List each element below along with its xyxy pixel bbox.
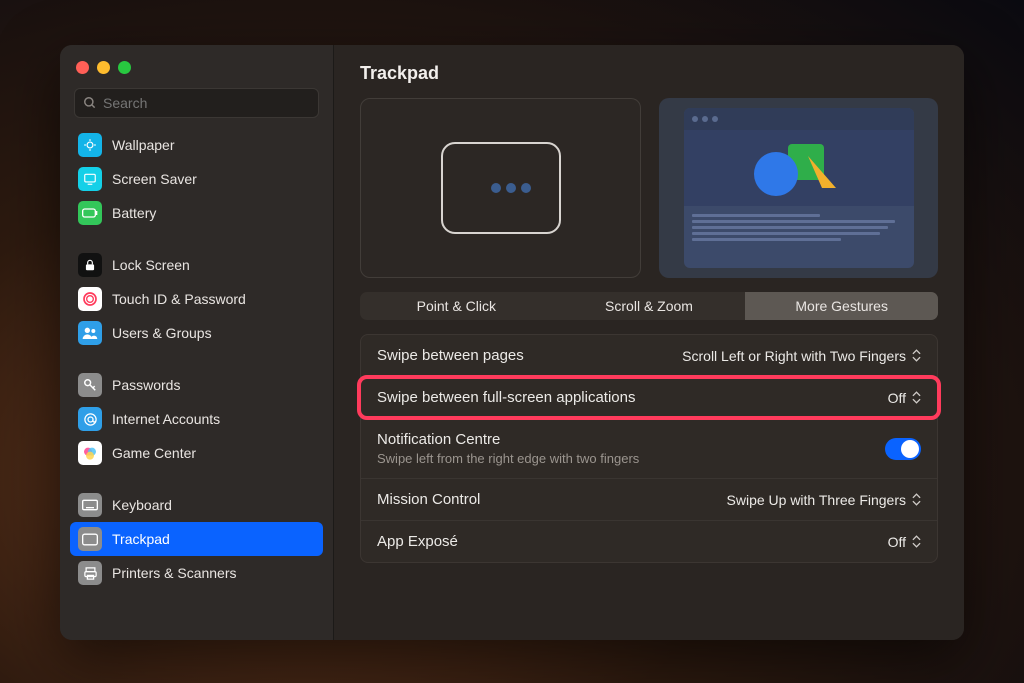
close-icon[interactable] <box>76 61 89 74</box>
row-swipe-pages: Swipe between pages Scroll Left or Right… <box>361 335 937 377</box>
tab-point-click[interactable]: Point & Click <box>360 292 553 320</box>
search-field[interactable] <box>74 88 319 118</box>
content-pane: Trackpad <box>334 45 964 640</box>
setting-sublabel: Swipe left from the right edge with two … <box>377 451 639 466</box>
sidebar-item-internet-accounts[interactable]: Internet Accounts <box>70 402 323 436</box>
chevron-updown-icon <box>912 391 921 404</box>
lock-icon <box>78 253 102 277</box>
chevron-updown-icon <box>912 349 921 362</box>
tabs: Point & ClickScroll & ZoomMore Gestures <box>360 292 938 320</box>
setting-value-select[interactable]: Swipe Up with Three Fingers <box>727 492 921 508</box>
sidebar-item-label: Battery <box>112 205 156 221</box>
users-icon <box>78 321 102 345</box>
toggle-switch[interactable] <box>885 438 921 460</box>
settings-list: Swipe between pages Scroll Left or Right… <box>360 334 938 563</box>
sidebar-item-label: Passwords <box>112 377 180 393</box>
sidebar-item-label: Touch ID & Password <box>112 291 246 307</box>
tab-more-gestures[interactable]: More Gestures <box>745 292 938 320</box>
setting-label: Swipe between full-screen applications <box>377 389 635 406</box>
trackpad-icon <box>78 527 102 551</box>
sidebar: Wallpaper Screen Saver Battery Lock Screen T… <box>60 45 334 640</box>
chevron-updown-icon <box>912 535 921 548</box>
preview-demo <box>659 98 938 278</box>
sidebar-item-screen-saver[interactable]: Screen Saver <box>70 162 323 196</box>
mini-window-icon <box>684 108 914 268</box>
sidebar-item-label: Trackpad <box>112 531 170 547</box>
keyboard-icon <box>78 493 102 517</box>
sidebar-item-label: Game Center <box>112 445 196 461</box>
screensaver-icon <box>78 167 102 191</box>
sidebar-list: Wallpaper Screen Saver Battery Lock Screen T… <box>60 128 333 640</box>
settings-window: Wallpaper Screen Saver Battery Lock Screen T… <box>60 45 964 640</box>
sidebar-item-label: Keyboard <box>112 497 172 513</box>
at-icon <box>78 407 102 431</box>
sidebar-item-trackpad[interactable]: Trackpad <box>70 522 323 556</box>
setting-value-select[interactable]: Off <box>888 390 921 406</box>
battery-icon <box>78 201 102 225</box>
preview-trackpad <box>360 98 641 278</box>
sidebar-item-label: Users & Groups <box>112 325 212 341</box>
zoom-icon[interactable] <box>118 61 131 74</box>
sidebar-item-printers-scanners[interactable]: Printers & Scanners <box>70 556 323 590</box>
search-input[interactable] <box>103 95 310 111</box>
sidebar-item-game-center[interactable]: Game Center <box>70 436 323 470</box>
row-mission-control: Mission Control Swipe Up with Three Fing… <box>361 479 937 521</box>
gamecenter-icon <box>78 441 102 465</box>
setting-label: Notification Centre <box>377 431 639 448</box>
sidebar-item-passwords[interactable]: Passwords <box>70 368 323 402</box>
sidebar-item-users-groups[interactable]: Users & Groups <box>70 316 323 350</box>
minimize-icon[interactable] <box>97 61 110 74</box>
sidebar-item-label: Lock Screen <box>112 257 190 273</box>
sidebar-item-label: Printers & Scanners <box>112 565 237 581</box>
wallpaper-icon <box>78 133 102 157</box>
key-icon <box>78 373 102 397</box>
setting-label: Mission Control <box>377 491 480 508</box>
sidebar-item-lock-screen[interactable]: Lock Screen <box>70 248 323 282</box>
setting-value-select[interactable]: Off <box>888 534 921 550</box>
sidebar-item-battery[interactable]: Battery <box>70 196 323 230</box>
setting-label: Swipe between pages <box>377 347 524 364</box>
chevron-updown-icon <box>912 493 921 506</box>
window-controls <box>60 55 333 88</box>
touchid-icon <box>78 287 102 311</box>
sidebar-item-label: Internet Accounts <box>112 411 220 427</box>
sidebar-item-touch-id-password[interactable]: Touch ID & Password <box>70 282 323 316</box>
sidebar-item-keyboard[interactable]: Keyboard <box>70 488 323 522</box>
sidebar-item-label: Screen Saver <box>112 171 197 187</box>
preview-row <box>360 98 938 278</box>
setting-label: App Exposé <box>377 533 458 550</box>
setting-value-select[interactable]: Scroll Left or Right with Two Fingers <box>682 348 921 364</box>
search-icon <box>83 96 97 110</box>
row-notification-centre: Notification Centre Swipe left from the … <box>361 419 937 479</box>
tab-scroll-zoom[interactable]: Scroll & Zoom <box>553 292 746 320</box>
sidebar-item-label: Wallpaper <box>112 137 175 153</box>
sidebar-item-wallpaper[interactable]: Wallpaper <box>70 128 323 162</box>
trackpad-icon <box>441 142 561 234</box>
page-title: Trackpad <box>360 63 938 84</box>
row-swipe-fullscreen: Swipe between full-screen applications O… <box>361 377 937 419</box>
row-app-expose: App Exposé Off <box>361 521 937 562</box>
printer-icon <box>78 561 102 585</box>
